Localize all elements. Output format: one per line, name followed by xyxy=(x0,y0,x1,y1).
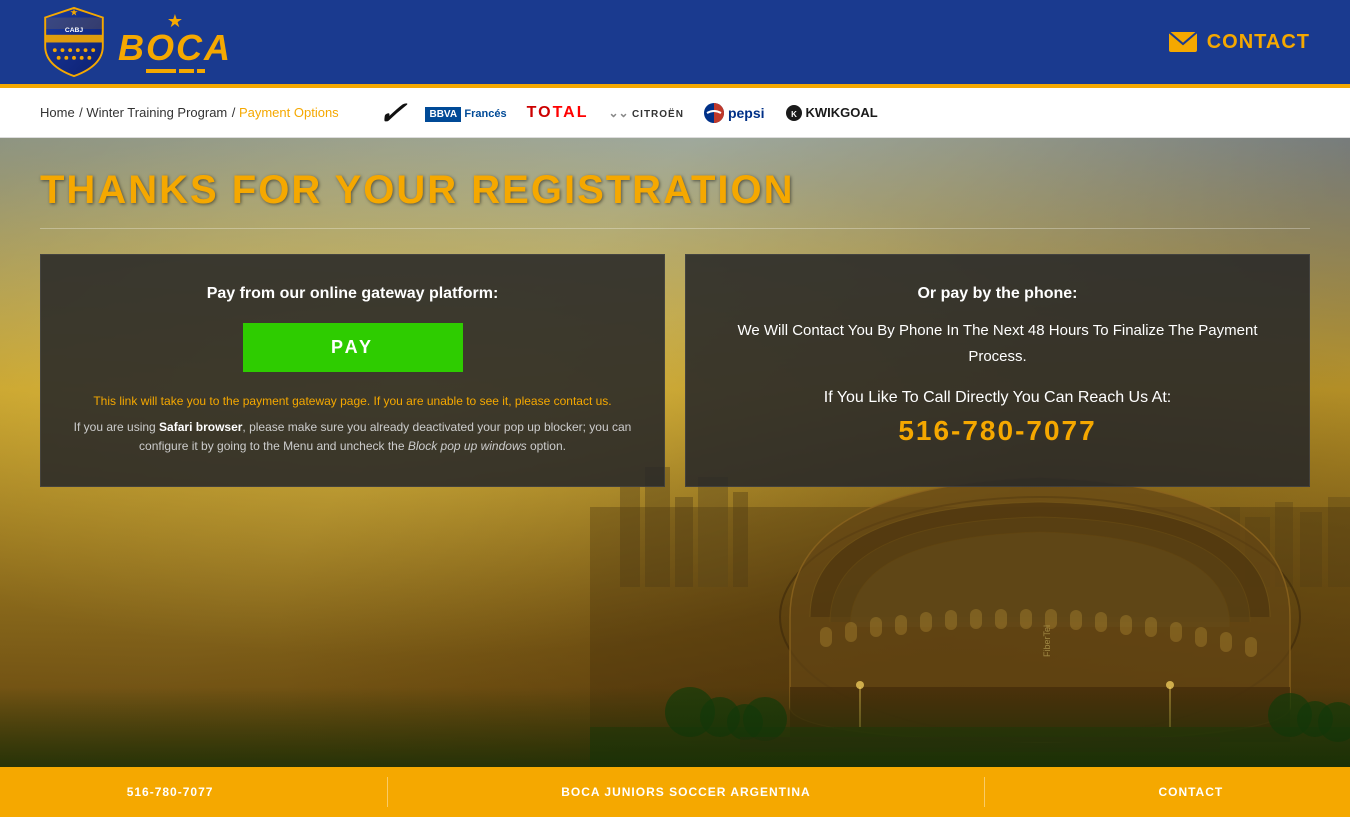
cabj-shield-icon: CABJ ★ xyxy=(40,6,108,78)
boca-logo-text: ★ BOCA xyxy=(118,12,232,73)
hero-section: FiberTel THANKS FOR YOUR REGISTRATION Pa… xyxy=(0,138,1350,767)
footer-contact: CONTACT xyxy=(1158,785,1223,799)
title-divider xyxy=(40,228,1310,229)
sponsor-citroen: ⌄⌄ CITROËN xyxy=(608,106,683,120)
ground-overlay xyxy=(0,687,1350,767)
breadcrumb-current: Payment Options xyxy=(239,105,339,120)
sponsor-nike: ✓ xyxy=(375,94,409,132)
logo-boca-label: BOCA xyxy=(118,30,232,66)
site-header: CABJ ★ ★ BOCA xyxy=(0,0,1350,88)
breadcrumb: Home / Winter Training Program / Payment… xyxy=(40,104,339,122)
svg-text:FiberTel: FiberTel xyxy=(1042,625,1052,657)
contact-label: CONTACT xyxy=(1207,31,1310,54)
kwikgoal-icon: K xyxy=(785,104,803,122)
svg-text:★: ★ xyxy=(70,8,79,19)
footer-divider-1 xyxy=(387,777,388,807)
logo-bars xyxy=(146,69,205,73)
payment-warning: This link will take you to the payment g… xyxy=(71,392,634,410)
contact-link[interactable]: CONTACT xyxy=(1169,31,1310,54)
phone-box-title: Or pay by the phone: xyxy=(716,285,1279,303)
breadcrumb-home[interactable]: Home xyxy=(40,105,75,120)
phone-number: 516-780-7077 xyxy=(716,415,1279,447)
sponsor-total: TOTAL xyxy=(527,104,589,122)
svg-text:K: K xyxy=(791,110,797,119)
phone-box-cta: If You Like To Call Directly You Can Rea… xyxy=(716,389,1279,407)
svg-text:CABJ: CABJ xyxy=(65,27,84,34)
phone-box-description: We Will Contact You By Phone In The Next… xyxy=(716,318,1279,369)
online-payment-box: Pay from our online gateway platform: PA… xyxy=(40,254,665,487)
sponsor-bbva: BBVA Francés xyxy=(425,106,506,120)
site-footer: 516-780-7077 BOCA JUNIORS SOCCER ARGENTI… xyxy=(0,767,1350,817)
breadcrumb-sep2: / xyxy=(232,105,239,120)
breadcrumb-program[interactable]: Winter Training Program xyxy=(86,105,227,120)
breadcrumb-bar: Home / Winter Training Program / Payment… xyxy=(0,88,1350,138)
sponsors-bar: ✓ BBVA Francés TOTAL ⌄⌄ CITROËN pepsi xyxy=(379,94,878,132)
footer-divider-2 xyxy=(984,777,985,807)
footer-org: BOCA JUNIORS SOCCER ARGENTINA xyxy=(561,785,810,799)
email-icon xyxy=(1169,32,1197,52)
safari-info: If you are using Safari browser, please … xyxy=(71,418,634,456)
online-box-title: Pay from our online gateway platform: xyxy=(71,285,634,303)
footer-phone: 516-780-7077 xyxy=(127,785,214,799)
main-content: THANKS FOR YOUR REGISTRATION Pay from ou… xyxy=(0,138,1350,517)
sponsor-pepsi: pepsi xyxy=(704,103,765,123)
sponsor-kwikgoal: K KWIKGOAL xyxy=(785,104,878,122)
pay-button[interactable]: PAY xyxy=(243,323,463,372)
logo-container: CABJ ★ ★ BOCA xyxy=(40,6,232,78)
phone-payment-box: Or pay by the phone: We Will Contact You… xyxy=(685,254,1310,487)
page-title: THANKS FOR YOUR REGISTRATION xyxy=(40,168,1310,213)
pepsi-logo-icon xyxy=(704,103,724,123)
payment-options-grid: Pay from our online gateway platform: PA… xyxy=(40,254,1310,487)
